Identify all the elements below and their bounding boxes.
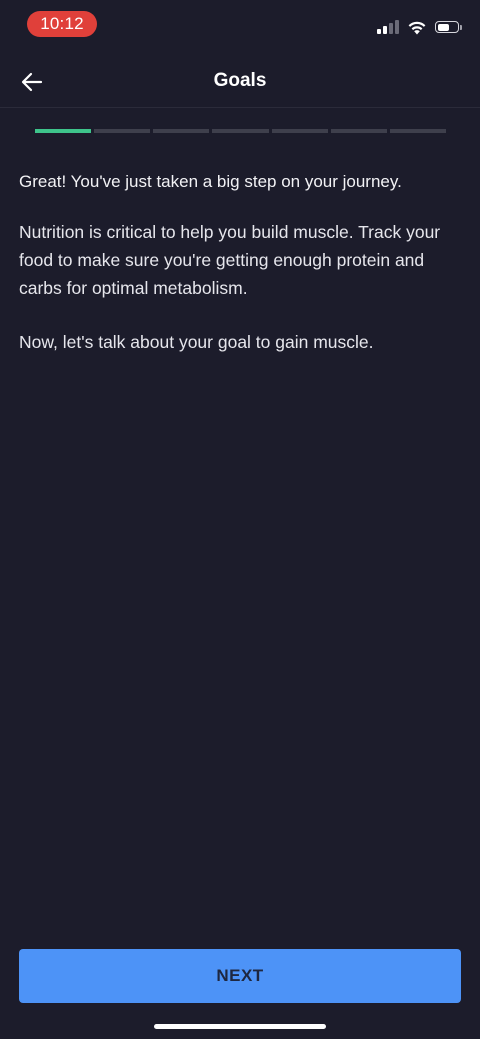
- nutrition-paragraph: Nutrition is critical to help you build …: [19, 222, 441, 298]
- wifi-icon: [408, 21, 426, 34]
- status-bar: 10:12: [0, 0, 480, 50]
- app-header: Goals: [0, 54, 480, 108]
- step-progress-bar: [35, 129, 446, 134]
- back-button[interactable]: [14, 64, 50, 100]
- progress-step: [35, 129, 92, 133]
- intro-content: Great! You've just taken a big step on y…: [19, 170, 465, 382]
- home-indicator[interactable]: [154, 1024, 326, 1029]
- progress-step: [153, 129, 210, 133]
- lead-text: Great! You've just taken a big step on y…: [19, 172, 402, 191]
- next-button[interactable]: NEXT: [19, 949, 461, 1003]
- progress-step: [330, 129, 387, 133]
- arrow-left-icon: [21, 72, 43, 92]
- progress-step: [94, 129, 151, 133]
- progress-step: [389, 129, 446, 133]
- cellular-signal-icon: [377, 20, 399, 34]
- goal-paragraph: Now, let's talk about your goal to gain …: [19, 332, 374, 352]
- battery-icon: [435, 21, 459, 33]
- status-icons: [377, 18, 462, 36]
- progress-step: [271, 129, 328, 133]
- page-title: Goals: [213, 70, 267, 91]
- status-time: 10:12: [27, 11, 97, 37]
- progress-step: [212, 129, 269, 133]
